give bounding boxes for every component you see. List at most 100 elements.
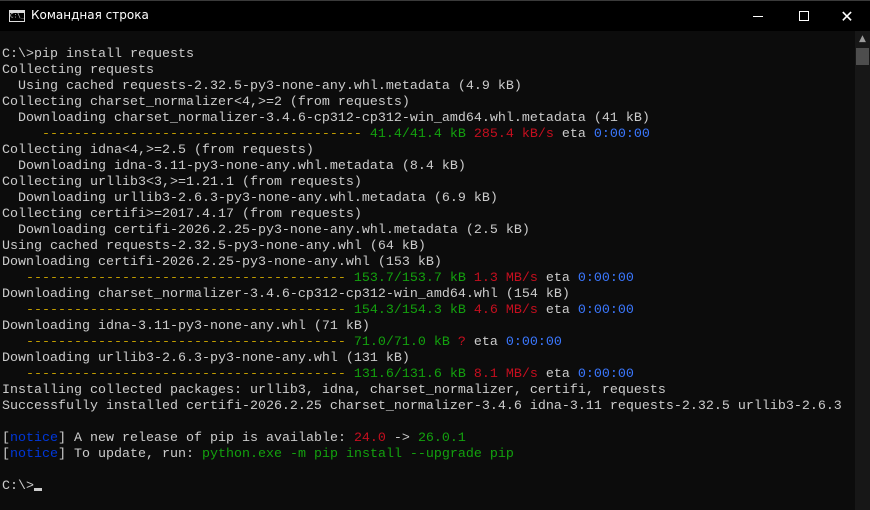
console-text-default: Collecting urllib3<3,>=1.21.1 (from requ…: [2, 175, 362, 190]
console-text-red: 285.4 kB/s: [473, 127, 554, 142]
console-text-blue: 0:00:00: [577, 367, 634, 382]
console-text-default: Downloading certifi-2026.2.25-py3-none-a…: [2, 223, 530, 238]
minimize-button[interactable]: [735, 1, 781, 32]
console-line: Collecting idna<4,>=2.5 (from requests): [2, 143, 842, 159]
maximize-button[interactable]: [781, 1, 827, 32]
console-text-default: Downloading charset_normalizer-3.4.6-cp3…: [2, 287, 570, 302]
console-text-default: Installing collected packages: urllib3, …: [2, 383, 666, 398]
close-button[interactable]: ✕: [824, 1, 870, 32]
console-line: Downloading certifi-2026.2.25-py3-none-a…: [2, 223, 842, 239]
console-text-default: Using cached requests-2.32.5-py3-none-an…: [2, 239, 426, 254]
console-text-default: ]: [58, 447, 66, 462]
console-text-default: To update, run:: [66, 447, 202, 462]
console-line: Collecting urllib3<3,>=1.21.1 (from requ…: [2, 175, 842, 191]
console-text-yellow: ----------------------------------------: [2, 271, 354, 286]
console-text-default: [: [2, 431, 10, 446]
console-line: ----------------------------------------…: [2, 335, 842, 351]
scrollbar-thumb[interactable]: [856, 48, 869, 65]
console-text-yellow: ----------------------------------------: [2, 127, 370, 142]
window-title: Командная строка: [31, 8, 149, 22]
console-line: Installing collected packages: urllib3, …: [2, 383, 842, 399]
console-line: Using cached requests-2.32.5-py3-none-an…: [2, 79, 842, 95]
console-output[interactable]: C:\>pip install requests Collecting reque…: [0, 31, 855, 510]
console-text-default: C:\>pip install requests: [2, 47, 194, 62]
console-text-default: [450, 335, 458, 350]
console-text-green: python.exe -m pip install --upgrade pip: [201, 447, 514, 462]
cmd-app-icon: C:\_: [9, 10, 25, 22]
console-line: C:\>: [2, 479, 842, 495]
console-text-default: [466, 367, 474, 382]
console-line: Using cached requests-2.32.5-py3-none-an…: [2, 239, 842, 255]
console-text-blue: 0:00:00: [577, 271, 634, 286]
console-line: Downloading charset_normalizer-3.4.6-cp3…: [2, 111, 842, 127]
console-text-default: A new release of pip is available:: [66, 431, 354, 446]
console-line: Downloading idna-3.11-py3-none-any.whl.m…: [2, 159, 842, 175]
console-line: ----------------------------------------…: [2, 367, 842, 383]
console-line: Downloading idna-3.11-py3-none-any.whl (…: [2, 319, 842, 335]
console-text-red: 1.3 MB/s: [473, 271, 538, 286]
console-lines: C:\>pip install requests Collecting reque…: [2, 47, 842, 495]
vertical-scrollbar[interactable]: ▲: [855, 31, 870, 510]
console-line: Downloading urllib3-2.6.3-py3-none-any.w…: [2, 351, 842, 367]
console-line: Collecting requests: [2, 63, 842, 79]
console-text-darkblue: notice: [10, 431, 58, 446]
console-text-default: ]: [58, 431, 66, 446]
console-line: C:\>pip install requests: [2, 47, 842, 63]
console-text-default: [466, 271, 474, 286]
console-text-default: eta: [465, 335, 506, 350]
console-text-yellow: ----------------------------------------: [2, 303, 354, 318]
console-text-darkblue: notice: [10, 447, 58, 462]
console-text-default: Downloading urllib3-2.6.3-py3-none-any.w…: [2, 191, 498, 206]
console-text-red: 4.6 MB/s: [473, 303, 538, 318]
console-text-default: eta: [553, 127, 594, 142]
console-text-yellow: ----------------------------------------: [2, 335, 354, 350]
console-text-default: eta: [537, 271, 578, 286]
console-text-default: eta: [537, 303, 578, 318]
console-text-red: 8.1 MB/s: [473, 367, 538, 382]
console-text-default: Downloading idna-3.11-py3-none-any.whl (…: [2, 319, 370, 334]
console-text-green: 71.0/71.0 kB: [353, 335, 450, 350]
console-text-yellow: ----------------------------------------: [2, 367, 354, 382]
console-text-blue: 0:00:00: [505, 335, 562, 350]
console-line: Collecting charset_normalizer<4,>=2 (fro…: [2, 95, 842, 111]
console-text-green: 131.6/131.6 kB: [353, 367, 466, 382]
console-line: [notice] To update, run: python.exe -m p…: [2, 447, 842, 463]
console-text-default: [466, 127, 474, 142]
title-bar[interactable]: C:\_ Командная строка ✕: [0, 0, 870, 31]
console-text-default: [: [2, 447, 10, 462]
console-text-default: Successfully installed certifi-2026.2.25…: [2, 399, 842, 414]
console-text-default: Downloading charset_normalizer-3.4.6-cp3…: [2, 111, 650, 126]
console-text-default: Downloading certifi-2026.2.25-py3-none-a…: [2, 255, 442, 270]
console-text-default: Downloading urllib3-2.6.3-py3-none-any.w…: [2, 351, 410, 366]
console-text-default: [466, 303, 474, 318]
console-text-default: eta: [537, 367, 578, 382]
scroll-up-arrow-icon[interactable]: ▲: [855, 31, 870, 48]
console-text-blue: 0:00:00: [593, 127, 650, 142]
text-cursor: [34, 488, 42, 491]
console-line: Successfully installed certifi-2026.2.25…: [2, 399, 842, 415]
console-line: Downloading certifi-2026.2.25-py3-none-a…: [2, 255, 842, 271]
console-text-red: ?: [457, 335, 466, 350]
console-text-default: Collecting certifi>=2017.4.17 (from requ…: [2, 207, 362, 222]
console-text-default: Collecting charset_normalizer<4,>=2 (fro…: [2, 95, 410, 110]
console-line: ----------------------------------------…: [2, 271, 842, 287]
console-text-default: Collecting idna<4,>=2.5 (from requests): [2, 143, 314, 158]
console-line: ----------------------------------------…: [2, 303, 842, 319]
console-text-green: 26.0.1: [417, 431, 466, 446]
console-text-default: ->: [385, 431, 418, 446]
app-icon-text: C:\_: [10, 12, 25, 19]
console-text-green: 41.4/41.4 kB: [369, 127, 466, 142]
console-line: Collecting certifi>=2017.4.17 (from requ…: [2, 207, 842, 223]
console-text-green: 154.3/154.3 kB: [353, 303, 466, 318]
console-text-default: C:\>: [2, 479, 34, 494]
console-text-green: 153.7/153.7 kB: [353, 271, 466, 286]
console-text-default: Downloading idna-3.11-py3-none-any.whl.m…: [2, 159, 466, 174]
console-line: [notice] A new release of pip is availab…: [2, 431, 842, 447]
console-text-default: Collecting requests: [2, 63, 154, 78]
console-line: Downloading urllib3-2.6.3-py3-none-any.w…: [2, 191, 842, 207]
console-line: ----------------------------------------…: [2, 127, 842, 143]
console-text-blue: 0:00:00: [577, 303, 634, 318]
console-text-default: Using cached requests-2.32.5-py3-none-an…: [2, 79, 522, 94]
